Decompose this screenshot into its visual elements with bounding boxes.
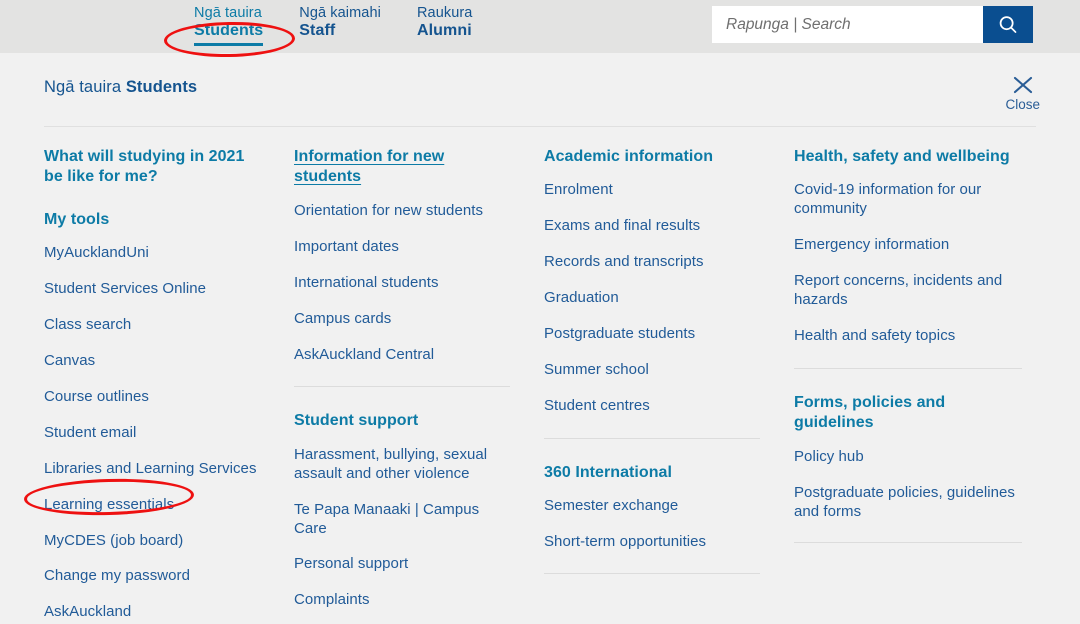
mega-menu-columns: What will studying in 2021 be like for m… xyxy=(0,127,1080,624)
group-heading-student-support: Student support xyxy=(294,412,419,430)
audience-tab-students-maori: Ngā tauira xyxy=(194,5,262,21)
link-emergency-information[interactable]: Emergency information xyxy=(794,236,1022,255)
audience-nav: Ngā tauira Students Ngā kaimahi Staff Ra… xyxy=(194,0,508,46)
menu-column-4: Health, safety and wellbeing Covid-19 in… xyxy=(794,147,1056,624)
menu-group-forms-policies-guidelines: Forms, policies and guidelines Policy hu… xyxy=(794,393,1022,522)
link-libraries-learning-services[interactable]: Libraries and Learning Services xyxy=(44,460,260,479)
link-campus-cards[interactable]: Campus cards xyxy=(294,310,510,329)
audience-tab-alumni-maori: Raukura xyxy=(416,5,473,21)
top-bar: Ngā tauira Students Ngā kaimahi Staff Ra… xyxy=(0,0,1080,53)
column-2-divider xyxy=(294,386,510,388)
audience-tab-staff-english: Staff xyxy=(299,22,336,40)
menu-column-3: Academic information Enrolment Exams and… xyxy=(544,147,794,624)
panel-header: Ngā tauira Students Close xyxy=(0,53,1080,112)
link-international-students[interactable]: International students xyxy=(294,274,510,293)
group-heading-academic-information: Academic information xyxy=(544,148,714,165)
link-records-and-transcripts[interactable]: Records and transcripts xyxy=(544,253,760,272)
search-button[interactable] xyxy=(983,6,1033,43)
menu-group-new-students: Information for new students Orientation… xyxy=(294,147,510,364)
link-report-concerns-incidents-hazards[interactable]: Report concerns, incidents and hazards xyxy=(794,272,1022,310)
column-3-divider-top xyxy=(544,437,760,439)
menu-group-studying-2021: What will studying in 2021 be like for m… xyxy=(44,147,260,188)
group-heading-forms-policies-guidelines: Forms, policies and guidelines xyxy=(794,393,946,432)
link-askauckland-central[interactable]: AskAuckland Central xyxy=(294,346,510,365)
menu-group-health-safety-wellbeing: Health, safety and wellbeing Covid-19 in… xyxy=(794,147,1022,346)
link-exams-and-final-results[interactable]: Exams and final results xyxy=(544,217,760,236)
close-button[interactable]: Close xyxy=(1005,74,1040,112)
link-important-dates[interactable]: Important dates xyxy=(294,238,510,257)
audience-tab-alumni[interactable]: Raukura Alumni xyxy=(417,5,509,41)
menu-column-2: Information for new students Orientation… xyxy=(294,147,544,624)
link-postgraduate-students[interactable]: Postgraduate students xyxy=(544,325,760,344)
close-button-label: Close xyxy=(1005,97,1040,112)
link-harassment-bullying[interactable]: Harassment, bullying, sexual assault and… xyxy=(294,446,510,484)
link-askauckland[interactable]: AskAuckland xyxy=(44,603,260,622)
link-health-and-safety-topics[interactable]: Health and safety topics xyxy=(794,327,1022,346)
audience-tab-staff-maori: Ngā kaimahi xyxy=(299,5,381,21)
link-orientation-for-new-students[interactable]: Orientation for new students xyxy=(294,202,510,221)
column-4-divider-top xyxy=(794,367,1022,369)
audience-tab-alumni-english: Alumni xyxy=(416,22,472,40)
link-graduation[interactable]: Graduation xyxy=(544,289,760,308)
link-semester-exchange[interactable]: Semester exchange xyxy=(544,497,760,516)
menu-column-1: What will studying in 2021 be like for m… xyxy=(44,147,294,624)
group-heading-360-international: 360 International xyxy=(544,463,672,481)
menu-group-my-tools: My tools MyAucklandUni Student Services … xyxy=(44,210,260,624)
column-4-divider-bottom xyxy=(794,542,1022,544)
group-heading-health-safety-wellbeing: Health, safety and wellbeing xyxy=(794,148,1010,165)
link-personal-support[interactable]: Personal support xyxy=(294,555,510,574)
link-te-papa-manaaki-campus-care[interactable]: Te Papa Manaaki | Campus Care xyxy=(294,501,510,539)
mega-menu-panel: Ngā tauira Students Close What will stud… xyxy=(0,53,1080,624)
panel-title: Ngā tauira Students xyxy=(44,78,197,97)
link-enrolment[interactable]: Enrolment xyxy=(544,181,760,200)
link-canvas[interactable]: Canvas xyxy=(44,352,260,371)
link-change-my-password[interactable]: Change my password xyxy=(44,567,260,586)
panel-title-maori: Ngā tauira xyxy=(44,78,126,96)
panel-title-english: Students xyxy=(125,78,198,96)
menu-group-360-international: 360 International Semester exchange Shor… xyxy=(544,463,760,552)
link-class-search[interactable]: Class search xyxy=(44,316,260,335)
link-policy-hub[interactable]: Policy hub xyxy=(794,448,1022,467)
search-icon xyxy=(999,15,1017,33)
close-x-icon xyxy=(1013,76,1032,94)
link-postgraduate-policies-guidelines-forms[interactable]: Postgraduate policies, guidelines and fo… xyxy=(794,484,1022,522)
menu-group-academic-information: Academic information Enrolment Exams and… xyxy=(544,147,760,416)
audience-tab-students-english: Students xyxy=(194,22,264,46)
menu-group-student-support: Student support Harassment, bullying, se… xyxy=(294,411,510,624)
link-complaints[interactable]: Complaints xyxy=(294,591,510,610)
search-input[interactable] xyxy=(712,6,983,43)
column-3-divider-bottom xyxy=(544,572,760,574)
link-student-services-online[interactable]: Student Services Online xyxy=(44,280,260,299)
group-heading-studying-2021[interactable]: What will studying in 2021 be like for m… xyxy=(44,147,260,188)
link-summer-school[interactable]: Summer school xyxy=(544,361,760,380)
group-heading-information-for-new-students[interactable]: Information for new students xyxy=(294,147,510,188)
link-student-email[interactable]: Student email xyxy=(44,424,260,443)
audience-tab-staff[interactable]: Ngā kaimahi Staff xyxy=(299,5,417,41)
link-short-term-opportunities[interactable]: Short-term opportunities xyxy=(544,533,760,552)
group-heading-my-tools: My tools xyxy=(44,210,110,228)
search-bar xyxy=(712,6,1033,43)
link-covid-19-information[interactable]: Covid-19 information for our community xyxy=(794,181,1022,219)
link-mycdes-job-board[interactable]: MyCDES (job board) xyxy=(44,532,260,551)
link-learning-essentials[interactable]: Learning essentials xyxy=(44,496,260,515)
link-course-outlines[interactable]: Course outlines xyxy=(44,388,260,407)
link-myaucklanduni[interactable]: MyAucklandUni xyxy=(44,244,260,263)
link-student-centres[interactable]: Student centres xyxy=(544,397,760,416)
audience-tab-students[interactable]: Ngā tauira Students xyxy=(194,5,299,46)
